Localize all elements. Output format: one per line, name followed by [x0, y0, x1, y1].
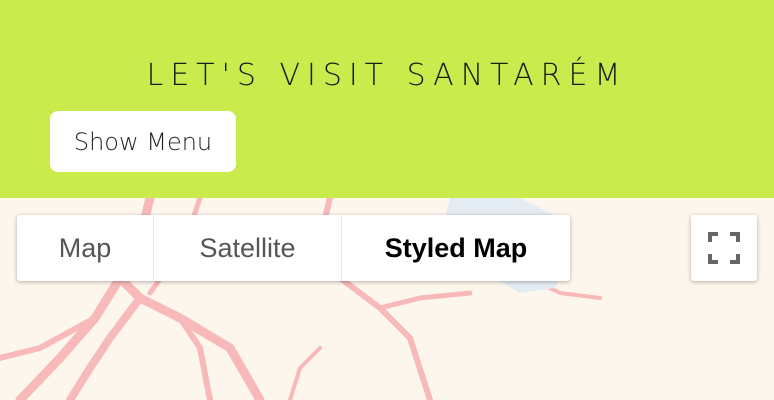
site-header: LET'S VISIT SANTARÉM Show Menu — [0, 0, 774, 198]
map-type-control: Map Satellite Styled Map — [17, 215, 570, 281]
road — [377, 290, 473, 311]
page: LET'S VISIT SANTARÉM Show Menu Map Satel… — [0, 0, 774, 400]
road — [288, 346, 322, 400]
tab-satellite[interactable]: Satellite — [153, 215, 341, 281]
road — [66, 294, 144, 400]
fullscreen-icon — [708, 232, 740, 264]
fullscreen-button[interactable] — [691, 215, 757, 281]
tab-map[interactable]: Map — [17, 215, 153, 281]
show-menu-button[interactable]: Show Menu — [50, 111, 236, 172]
site-title: LET'S VISIT SANTARÉM — [146, 58, 628, 93]
tab-styled-map[interactable]: Styled Map — [341, 215, 570, 281]
